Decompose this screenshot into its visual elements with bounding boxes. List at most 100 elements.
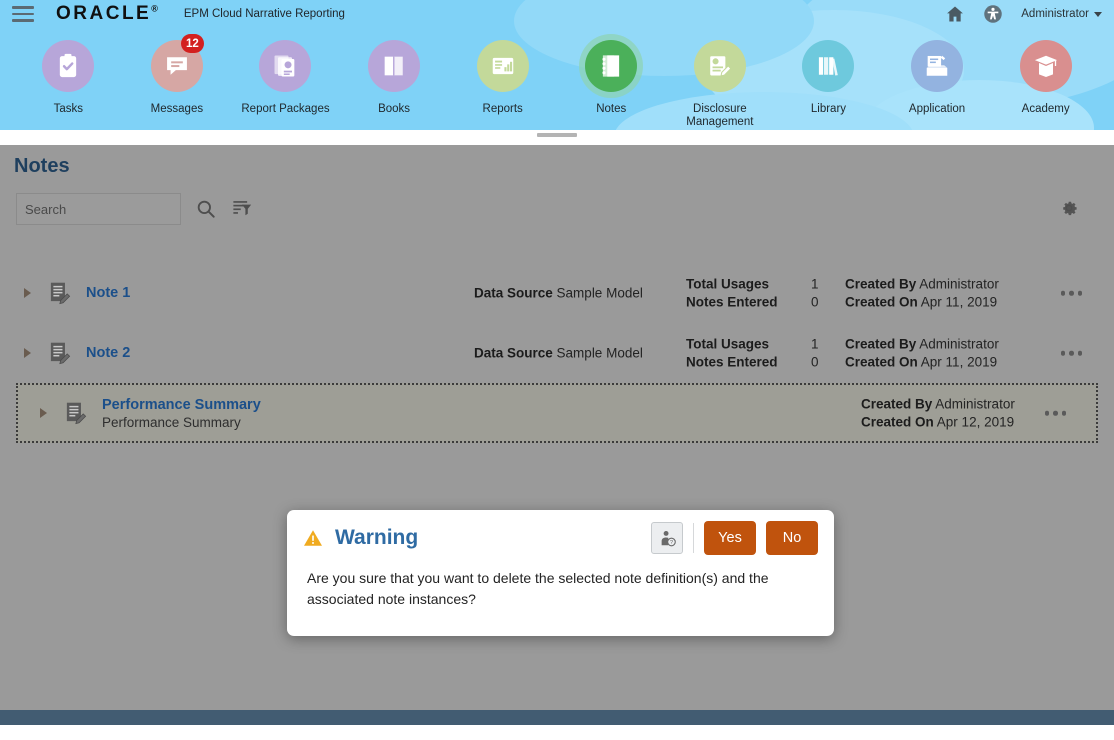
- note-usage-stats: Total Usages 1 Notes Entered 0: [686, 337, 833, 370]
- note-title[interactable]: Note 1: [86, 285, 130, 301]
- note-document-icon: [50, 282, 71, 305]
- chat-bubble-icon: [166, 57, 187, 75]
- nav-icon-circle: [1019, 40, 1072, 92]
- action-divider: [693, 523, 694, 553]
- messages-badge: 12: [180, 34, 204, 53]
- yes-button[interactable]: Yes: [704, 521, 756, 555]
- disclosure-edit-icon: [710, 56, 732, 77]
- registered-mark: ®: [151, 3, 158, 14]
- nav-label: Notes: [596, 103, 627, 115]
- dialog-header: Warning ? Yes No: [287, 510, 834, 566]
- nav-item-reports[interactable]: Reports: [448, 34, 557, 116]
- total-usages-label: Total Usages: [686, 336, 770, 352]
- nav-label: Application: [908, 103, 966, 115]
- user-menu[interactable]: Administrator: [1021, 8, 1102, 20]
- footer-bar: [0, 710, 1114, 725]
- table-row[interactable]: Performance Summary Performance Summary …: [16, 383, 1098, 443]
- row-actions-menu[interactable]: [1055, 345, 1089, 362]
- nav-icon-circle: [911, 40, 964, 92]
- chevron-right-icon: [23, 348, 31, 358]
- clipboard-check-icon: [60, 53, 77, 78]
- note-created-info: Created By Administrator Created On Apr …: [861, 397, 1015, 430]
- note-title[interactable]: Performance Summary: [102, 397, 261, 413]
- nav-icon-circle: [42, 40, 95, 92]
- graduation-cap-icon: [1034, 55, 1057, 77]
- notes-entered-label: Notes Entered: [686, 294, 778, 310]
- created-on-label: Created On: [845, 354, 918, 370]
- warning-triangle-icon: [304, 530, 322, 546]
- magnifier-icon[interactable]: [195, 198, 217, 220]
- home-icon[interactable]: [945, 4, 965, 24]
- nav-item-messages[interactable]: 12 Messages: [123, 34, 232, 116]
- dialog-message: Are you sure that you want to delete the…: [307, 570, 769, 607]
- nav-item-library[interactable]: Library: [774, 34, 883, 116]
- filter-list-icon[interactable]: [231, 198, 253, 220]
- brand-bar: ORACLE® EPM Cloud Narrative Reporting Ad…: [0, 0, 1114, 28]
- data-source-label: Data Source: [474, 345, 553, 361]
- created-by-value: Administrator: [919, 336, 999, 352]
- user-menu-label: Administrator: [1021, 8, 1089, 20]
- page-title: Notes: [14, 155, 70, 177]
- note-document-icon: [66, 402, 87, 425]
- drag-handle[interactable]: [537, 133, 577, 137]
- nav-icon-circle: [802, 40, 855, 92]
- user-help-button[interactable]: ?: [651, 522, 683, 554]
- nav-item-report-packages[interactable]: Report Packages: [231, 34, 340, 116]
- created-on-value: Apr 11, 2019: [920, 354, 998, 370]
- row-expander[interactable]: [16, 288, 38, 298]
- note-data-source: Data Source Sample Model: [474, 286, 643, 301]
- panel-resize-strip: [0, 130, 1114, 145]
- note-document-icon: [50, 342, 71, 365]
- row-actions-menu[interactable]: [1055, 285, 1089, 302]
- notes-entered-value: 0: [811, 354, 819, 370]
- total-usages-value: 1: [811, 276, 819, 292]
- data-source-value: Sample Model: [556, 345, 643, 361]
- chevron-right-icon: [23, 288, 31, 298]
- search-toolbar: [16, 193, 253, 225]
- no-button[interactable]: No: [766, 521, 818, 555]
- nav-label: Report Packages: [241, 103, 330, 115]
- note-data-source: Data Source Sample Model: [474, 346, 643, 361]
- hamburger-menu-icon[interactable]: [12, 6, 34, 22]
- dialog-actions: ? Yes No: [651, 521, 818, 555]
- warning-dialog: Warning ? Yes No Are you sure that you w…: [287, 510, 834, 636]
- accessibility-icon[interactable]: [983, 4, 1003, 24]
- app-title: EPM Cloud Narrative Reporting: [183, 8, 345, 20]
- nav-label: Reports: [482, 103, 523, 115]
- created-by-label: Created By: [845, 276, 917, 292]
- navigation-springboard: Tasks 12 Messages Report Packages Books …: [0, 28, 1114, 130]
- data-source-value: Sample Model: [556, 285, 643, 301]
- nav-item-notes[interactable]: Notes: [557, 34, 666, 116]
- note-title[interactable]: Note 2: [86, 345, 130, 361]
- created-on-value: Apr 11, 2019: [920, 294, 998, 310]
- created-by-value: Administrator: [919, 276, 999, 292]
- notebook-icon: [602, 55, 620, 77]
- dialog-title: Warning: [335, 526, 419, 549]
- created-by-value: Administrator: [935, 396, 1015, 412]
- nav-icon-circle: [368, 40, 421, 92]
- nav-label: Library: [810, 103, 847, 115]
- gear-icon[interactable]: [1058, 197, 1080, 219]
- row-expander[interactable]: [32, 408, 54, 418]
- nav-label: Books: [378, 103, 411, 115]
- note-text-block: Note 1: [86, 285, 130, 301]
- nav-item-academy[interactable]: Academy: [991, 34, 1100, 116]
- note-text-block: Note 2: [86, 345, 130, 361]
- row-actions-menu[interactable]: [1039, 405, 1073, 422]
- table-row[interactable]: Note 2 Data Source Sample Model Total Us…: [0, 323, 1114, 383]
- table-row[interactable]: Note 1 Data Source Sample Model Total Us…: [0, 263, 1114, 323]
- total-usages-label: Total Usages: [686, 276, 770, 292]
- nav-item-disclosure-management[interactable]: Disclosure Management: [666, 34, 775, 129]
- report-stack-icon: [274, 55, 295, 77]
- user-help-icon: ?: [661, 530, 676, 546]
- nav-icon-circle: [476, 40, 529, 92]
- nav-label: Messages: [150, 103, 204, 115]
- nav-item-tasks[interactable]: Tasks: [14, 34, 123, 116]
- data-source-label: Data Source: [474, 285, 553, 301]
- nav-item-books[interactable]: Books: [340, 34, 449, 116]
- search-input[interactable]: [16, 193, 181, 225]
- nav-item-application[interactable]: Application: [883, 34, 992, 116]
- note-text-block: Performance Summary Performance Summary: [102, 397, 261, 430]
- row-expander[interactable]: [16, 348, 38, 358]
- notes-list: Note 1 Data Source Sample Model Total Us…: [0, 263, 1114, 443]
